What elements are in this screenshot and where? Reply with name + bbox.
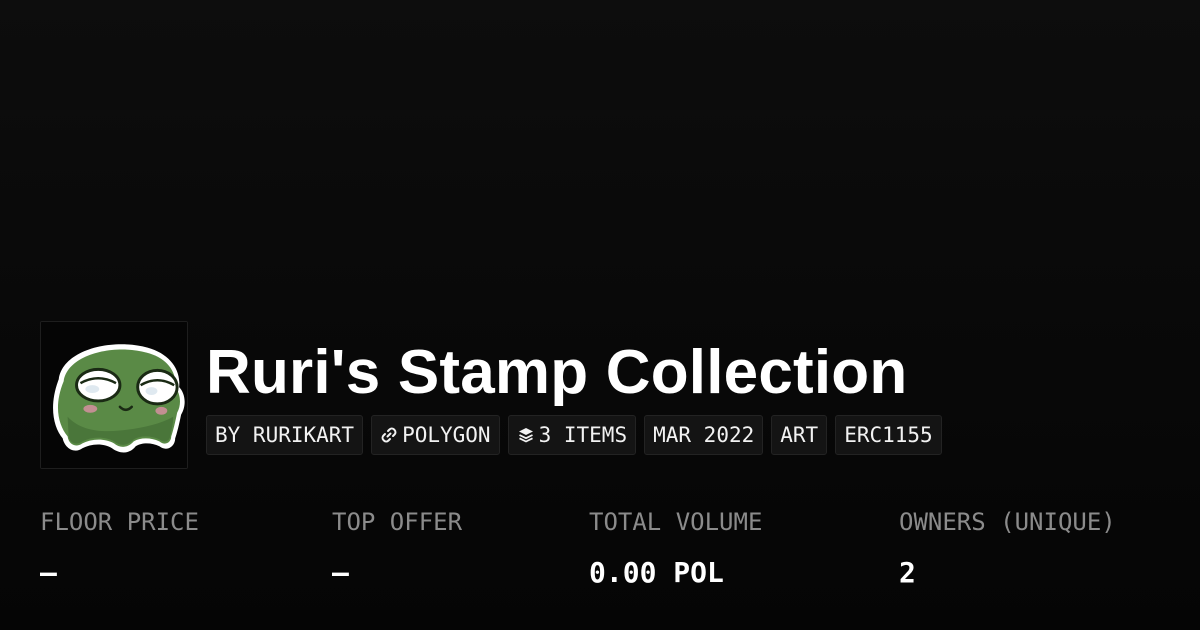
collection-title: Ruri's Stamp Collection	[206, 338, 908, 407]
collection-stats: FLOOR PRICE – TOP OFFER – TOTAL VOLUME 0…	[40, 504, 1180, 594]
stat-total-volume-label: TOTAL VOLUME	[589, 508, 763, 536]
creator-tag-label: BY RURIKART	[215, 423, 355, 447]
date-tag-label: MAR 2022	[653, 423, 755, 447]
layers-icon	[517, 426, 535, 444]
category-tag-label: ART	[780, 423, 819, 447]
creator-tag[interactable]: BY RURIKART	[206, 415, 364, 455]
green-frog-stamp-icon	[41, 322, 187, 468]
stat-floor-price-value: –	[40, 556, 57, 589]
standard-tag-label: ERC1155	[844, 423, 933, 447]
collection-avatar	[40, 321, 188, 469]
items-tag-label: 3 ITEMS	[538, 423, 628, 447]
items-tag[interactable]: 3 ITEMS	[507, 415, 637, 455]
stat-top-offer-value: –	[332, 556, 349, 589]
date-tag: MAR 2022	[644, 415, 764, 455]
chain-tag[interactable]: POLYGON	[371, 415, 500, 455]
collection-tags: BY RURIKART POLYGON 3 ITEMS MAR 2022 ART…	[206, 415, 942, 455]
stat-floor-price: FLOOR PRICE –	[40, 504, 199, 593]
stat-total-volume: TOTAL VOLUME 0.00 POL	[589, 504, 762, 593]
category-tag[interactable]: ART	[771, 415, 828, 455]
stat-top-offer: TOP OFFER –	[332, 504, 462, 593]
stat-total-volume-value: 0.00 POL	[589, 556, 724, 589]
stat-owners: OWNERS (UNIQUE) 2	[899, 504, 1116, 593]
standard-tag: ERC1155	[835, 415, 942, 455]
chain-tag-label: POLYGON	[402, 423, 491, 447]
stat-floor-price-label: FLOOR PRICE	[40, 508, 199, 536]
stat-owners-value: 2	[899, 556, 916, 589]
stat-top-offer-label: TOP OFFER	[332, 508, 463, 536]
chain-link-icon	[380, 426, 398, 444]
stat-owners-label: OWNERS (UNIQUE)	[899, 508, 1116, 536]
